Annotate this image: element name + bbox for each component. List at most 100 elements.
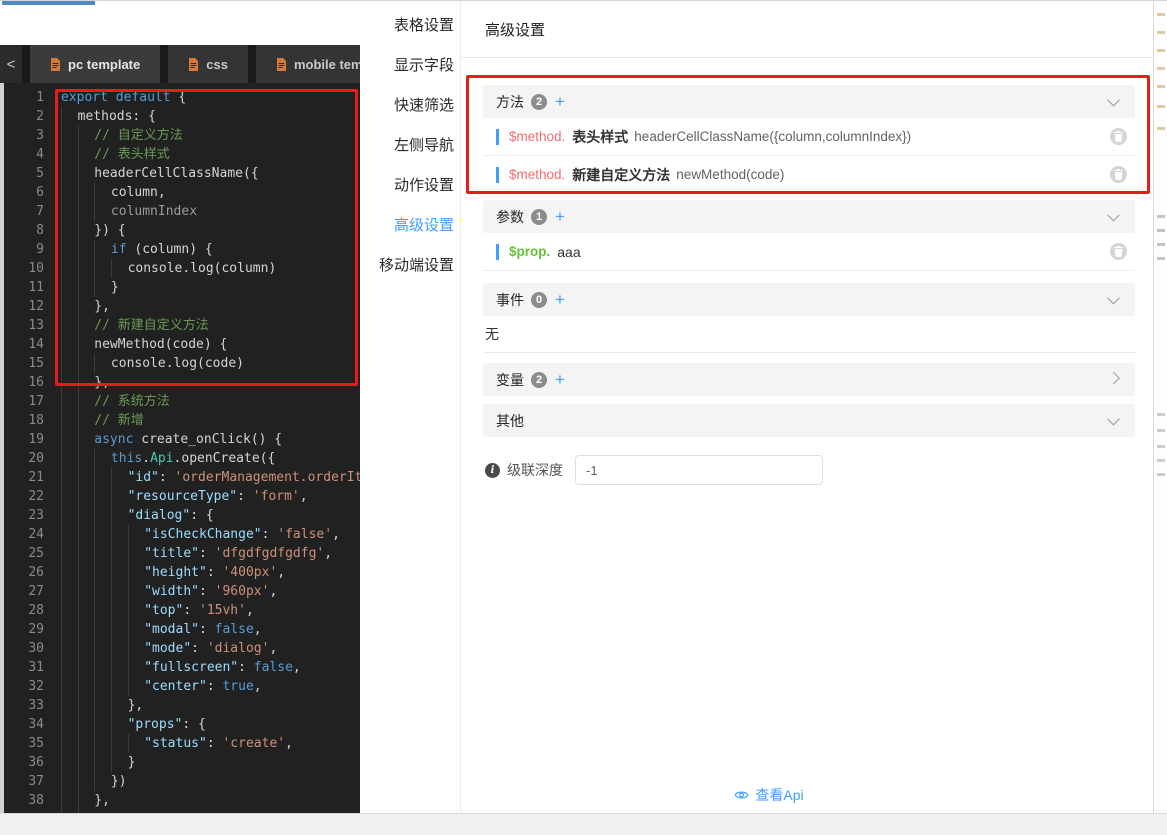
code-line[interactable]: 3 // 自定义方法	[0, 126, 360, 145]
chevron-down-icon[interactable]	[1107, 94, 1120, 107]
tab-css[interactable]: css	[168, 45, 248, 83]
code-line[interactable]: 31 "fullscreen": false,	[0, 658, 360, 677]
chevron-down-icon[interactable]	[1107, 209, 1120, 222]
code-line[interactable]: 10 console.log(column)	[0, 259, 360, 278]
indent-guide	[78, 335, 95, 354]
indent-guide	[61, 240, 78, 259]
nav-item-action-settings[interactable]: 动作设置	[360, 164, 460, 204]
tab-pc-template[interactable]: pc template	[30, 45, 160, 83]
code-line[interactable]: 9 if (column) {	[0, 240, 360, 259]
nav-item-table-settings[interactable]: 表格设置	[360, 4, 460, 44]
code-line[interactable]: 16 },	[0, 373, 360, 392]
nav-item-quick-filter[interactable]: 快速筛选	[360, 84, 460, 124]
line-number: 31	[0, 658, 44, 677]
prop-row[interactable]: $prop. aaa	[483, 233, 1135, 271]
code-line[interactable]: 13 // 新建自定义方法	[0, 316, 360, 335]
add-param-button[interactable]: +	[555, 207, 565, 227]
tab-label: mobile tem	[294, 57, 360, 72]
code-line[interactable]: 15 console.log(code)	[0, 354, 360, 373]
minimap-strip[interactable]	[1153, 1, 1167, 813]
code-line[interactable]: 38 },	[0, 791, 360, 810]
code-area[interactable]: 1export default {2 methods: {3 // 自定义方法4…	[0, 83, 360, 813]
code-line[interactable]: 7 columnIndex	[0, 202, 360, 221]
code-line[interactable]: 24 "isCheckChange": 'false',	[0, 525, 360, 544]
code-line[interactable]: 27 "width": '960px',	[0, 582, 360, 601]
code-line[interactable]: 1export default {	[0, 88, 360, 107]
code-line[interactable]: 18 // 新增	[0, 411, 360, 430]
chevron-right-icon[interactable]	[1107, 372, 1120, 385]
view-api-label: 查看Api	[755, 785, 803, 805]
section-methods-header[interactable]: 方法 2 +	[483, 85, 1135, 118]
section-label: 变量	[496, 370, 524, 390]
code-line[interactable]: 14 newMethod(code) {	[0, 335, 360, 354]
code-line[interactable]: 11 }	[0, 278, 360, 297]
line-number: 18	[0, 411, 44, 430]
line-number: 2	[0, 107, 44, 126]
code-line[interactable]: 19 async create_onClick() {	[0, 430, 360, 449]
line-number: 25	[0, 544, 44, 563]
method-row[interactable]: $method. 表头样式 headerCellClassName({colum…	[483, 118, 1135, 156]
line-number: 24	[0, 525, 44, 544]
tab-mobile-template[interactable]: mobile tem	[256, 45, 360, 83]
indent-guide	[111, 487, 128, 506]
indent-guide	[61, 677, 78, 696]
delete-button[interactable]	[1110, 128, 1127, 145]
indent-guide	[94, 639, 111, 658]
add-var-button[interactable]: +	[555, 370, 565, 390]
code-line[interactable]: 29 "modal": false,	[0, 620, 360, 639]
indent-guide	[111, 468, 128, 487]
code-line[interactable]: 20 this.Api.openCreate({	[0, 449, 360, 468]
section-other-header[interactable]: 其他	[483, 404, 1135, 437]
code-line[interactable]: 21 "id": 'orderManagement.orderIte	[0, 468, 360, 487]
chevron-down-icon[interactable]	[1107, 292, 1120, 305]
indent-guide	[128, 525, 145, 544]
code-line[interactable]: 8 }) {	[0, 221, 360, 240]
section-vars-header[interactable]: 变量 2 +	[483, 363, 1135, 396]
line-number: 21	[0, 468, 44, 487]
code-line[interactable]: 25 "title": 'dfgdfgdfgdfg',	[0, 544, 360, 563]
code-line[interactable]: 34 "props": {	[0, 715, 360, 734]
nav-item-display-fields[interactable]: 显示字段	[360, 44, 460, 84]
tab-scroll-left-button[interactable]: <	[0, 45, 22, 83]
section-params-header[interactable]: 参数 1 +	[483, 200, 1135, 233]
cascade-depth-input[interactable]	[575, 455, 823, 485]
code-line[interactable]: 17 // 系统方法	[0, 392, 360, 411]
delete-button[interactable]	[1110, 166, 1127, 183]
code-line[interactable]: 12 },	[0, 297, 360, 316]
nav-item-advanced-settings[interactable]: 高级设置	[360, 204, 460, 244]
tab-bar: < pc templatecss mobile tem	[0, 45, 360, 83]
code-line[interactable]: 33 },	[0, 696, 360, 715]
code-line[interactable]: 28 "top": '15vh',	[0, 601, 360, 620]
code-line[interactable]: 37 })	[0, 772, 360, 791]
method-row[interactable]: $method. 新建自定义方法 newMethod(code)	[483, 156, 1135, 194]
line-number: 33	[0, 696, 44, 715]
chevron-down-icon[interactable]	[1107, 413, 1120, 426]
code-line[interactable]: 30 "mode": 'dialog',	[0, 639, 360, 658]
indent-guide	[128, 658, 145, 677]
view-api-link[interactable]: 查看Api	[461, 785, 1077, 805]
code-line[interactable]: 35 "status": 'create',	[0, 734, 360, 753]
code-line[interactable]: 5 headerCellClassName({	[0, 164, 360, 183]
code-line[interactable]: 26 "height": '400px',	[0, 563, 360, 582]
line-number: 38	[0, 791, 44, 810]
add-event-button[interactable]: +	[555, 290, 565, 310]
add-method-button[interactable]: +	[555, 92, 565, 112]
code-line[interactable]: 32 "center": true,	[0, 677, 360, 696]
code-line[interactable]: 22 "resourceType": 'form',	[0, 487, 360, 506]
code-line[interactable]: 4 // 表头样式	[0, 145, 360, 164]
section-events-header[interactable]: 事件 0 +	[483, 283, 1135, 316]
indent-guide	[94, 582, 111, 601]
count-badge: 0	[531, 292, 547, 308]
code-line[interactable]: 2 methods: {	[0, 107, 360, 126]
indent-guide	[61, 487, 78, 506]
nav-item-left-nav[interactable]: 左侧导航	[360, 124, 460, 164]
method-signature: newMethod(code)	[676, 167, 784, 182]
code-line[interactable]: 36 }	[0, 753, 360, 772]
nav-item-mobile-settings[interactable]: 移动端设置	[360, 244, 460, 284]
section-label: 参数	[496, 207, 524, 227]
line-number: 35	[0, 734, 44, 753]
code-line[interactable]: 6 column,	[0, 183, 360, 202]
indent-guide	[78, 411, 95, 430]
delete-button[interactable]	[1110, 243, 1127, 260]
code-line[interactable]: 23 "dialog": {	[0, 506, 360, 525]
